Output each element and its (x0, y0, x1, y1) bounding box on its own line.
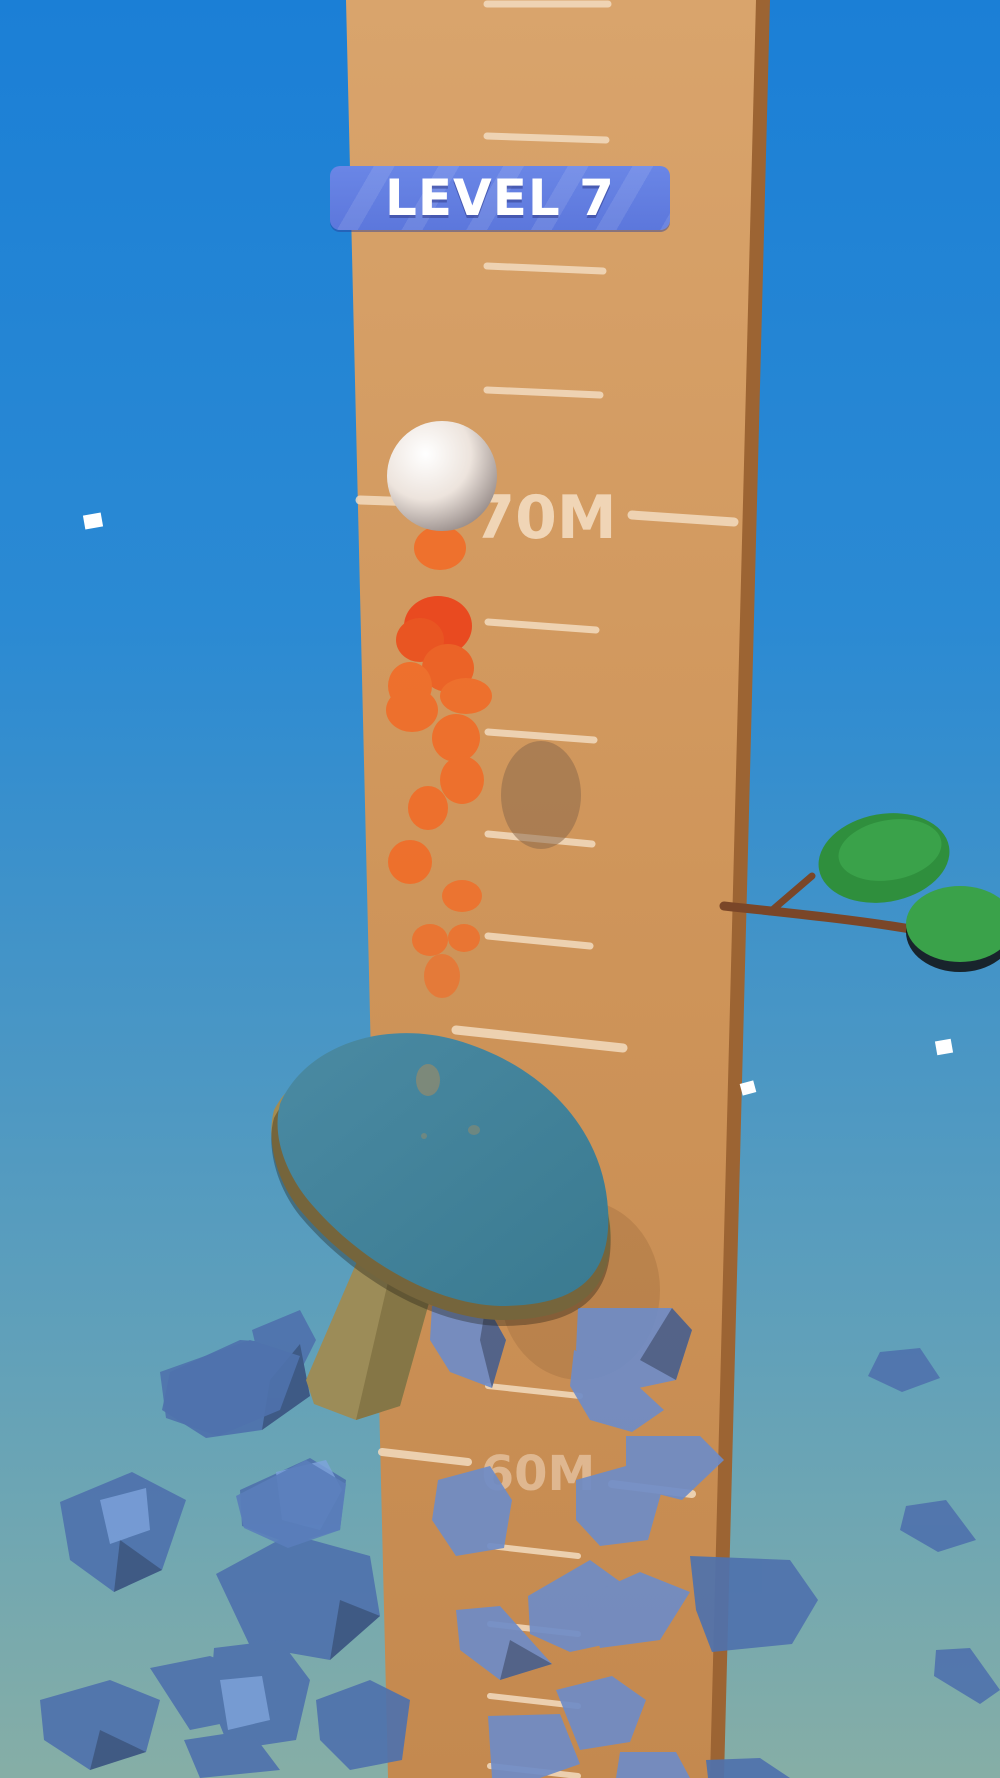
level-label: LEVEL 7 (385, 169, 615, 227)
height-marker-70m: 70M (473, 483, 616, 553)
game-scene[interactable]: 70M 60M (0, 0, 1000, 1778)
ping-pong-ball (387, 421, 497, 531)
tree-branch (719, 813, 1000, 972)
ruler-tower (346, 0, 770, 1778)
level-badge: LEVEL 7 (330, 166, 670, 230)
